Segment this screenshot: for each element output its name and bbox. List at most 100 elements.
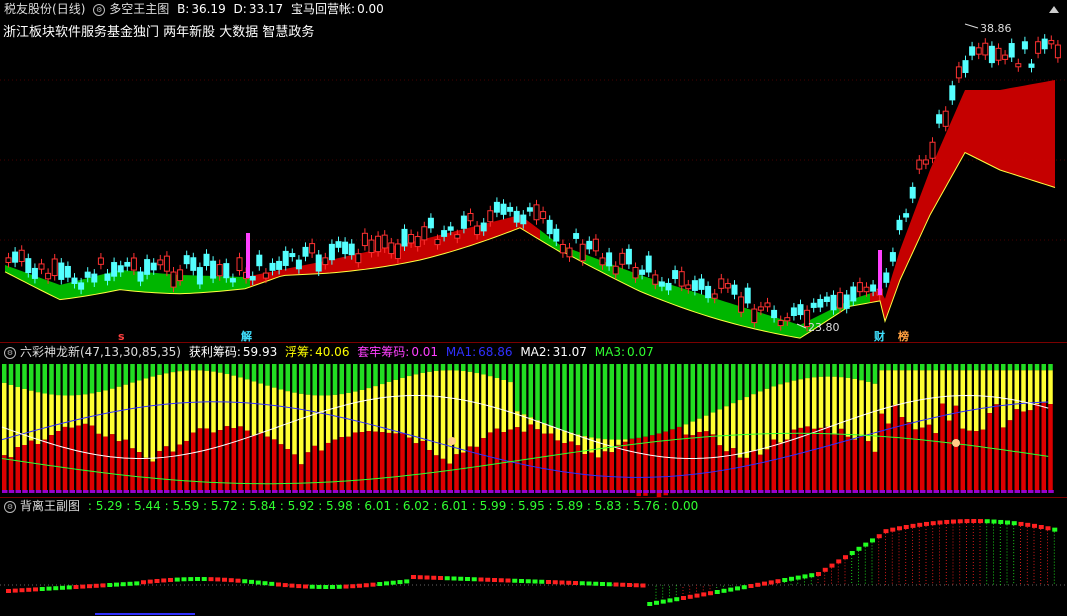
- yellow-bar: [866, 381, 871, 442]
- yellow-bar: [683, 424, 689, 435]
- green-bar: [704, 364, 709, 416]
- purple-base: [994, 490, 1000, 493]
- candle-body: [586, 240, 593, 250]
- divergence-mark: [890, 527, 896, 532]
- green-bar: [785, 364, 790, 383]
- settings-icon[interactable]: ⚙: [93, 3, 106, 16]
- divergence-mark: [485, 577, 491, 582]
- candle-body: [777, 320, 784, 327]
- green-bar: [960, 364, 965, 371]
- candle-body: [1035, 41, 1042, 54]
- divergence-mark: [276, 582, 281, 587]
- candle-body: [467, 212, 474, 222]
- signal-bar: [878, 250, 882, 295]
- purple-base: [494, 490, 501, 493]
- purple-base: [805, 490, 811, 493]
- green-bar: [292, 364, 297, 393]
- settings-icon[interactable]: ⚙: [4, 346, 16, 359]
- purple-base: [980, 490, 987, 493]
- yellow-bar: [204, 370, 209, 429]
- sub2-name[interactable]: 背离王副图: [20, 499, 80, 513]
- collapse-triangle-icon[interactable]: [1049, 6, 1059, 13]
- chip-indicator-panel[interactable]: ⚙ 六彩神龙新(47,13,30,85,35) 获利筹码: 59.93 浮筹: 40.…: [0, 343, 1067, 497]
- divergence-mark: [417, 575, 423, 580]
- green-bar: [413, 364, 419, 375]
- tag-cai[interactable]: 财: [874, 328, 885, 343]
- red-bar: [1001, 427, 1006, 490]
- green-bar: [893, 364, 898, 371]
- purple-base: [76, 490, 82, 493]
- purple-base: [130, 490, 136, 493]
- candle-body: [401, 228, 408, 247]
- purple-base: [596, 490, 602, 493]
- yellow-bar: [420, 372, 425, 441]
- candle-body: [751, 308, 758, 324]
- yellow-bar: [839, 377, 844, 429]
- candle-body: [909, 186, 916, 199]
- candle-body: [784, 317, 791, 322]
- red-bar: [683, 434, 689, 490]
- divergence-mark: [748, 584, 754, 588]
- red-bar: [1041, 402, 1046, 490]
- candle-body: [289, 253, 296, 258]
- green-bar: [609, 364, 614, 440]
- purple-base: [2, 490, 8, 493]
- red-bar: [758, 454, 763, 490]
- candle-body: [724, 283, 731, 289]
- candle-body: [394, 243, 401, 260]
- yellow-bar: [197, 370, 203, 429]
- green-bar: [35, 364, 41, 393]
- candle-body: [388, 242, 395, 255]
- divergence-mark: [829, 563, 835, 568]
- purple-base: [346, 490, 352, 493]
- tag-bang[interactable]: 榜: [898, 328, 909, 343]
- tag-jie[interactable]: 解: [241, 328, 252, 343]
- yellow-bar: [339, 394, 344, 438]
- green-bar: [629, 364, 635, 439]
- sub1-name[interactable]: 六彩神龙新(47,13,30,85,35): [20, 345, 181, 359]
- green-bar: [562, 364, 567, 431]
- divergence-mark: [141, 580, 146, 585]
- red-bar: [143, 457, 149, 490]
- red-bar: [420, 440, 425, 490]
- b-label: B:: [177, 2, 190, 16]
- divergence-panel[interactable]: ⚙ 背离王副图 : 5.29 : 5.44 : 5.59 : 5.72 : 5.8…: [0, 497, 1067, 616]
- settings-icon[interactable]: ⚙: [4, 500, 16, 513]
- green-bar: [602, 364, 608, 440]
- green-bar: [305, 364, 311, 395]
- candle-body: [639, 269, 646, 275]
- divergence-mark: [964, 519, 970, 524]
- period-label: (日线): [52, 2, 86, 16]
- divergence-mark: [714, 590, 720, 594]
- ma2-label: MA2:: [520, 345, 551, 359]
- green-bar: [690, 364, 695, 422]
- yellow-bar: [35, 392, 41, 445]
- purple-base: [704, 490, 710, 493]
- candle-body: [843, 294, 850, 309]
- divergence-mark: [957, 519, 963, 524]
- chip-bar-chart[interactable]: [0, 343, 1067, 497]
- candle-body: [982, 42, 989, 56]
- red-bar: [751, 450, 756, 490]
- red-bar: [123, 439, 128, 490]
- candle-body: [922, 159, 929, 165]
- yellow-bar: [616, 439, 621, 445]
- divergence-mark: [87, 584, 92, 589]
- tag-s[interactable]: s: [118, 330, 125, 343]
- candlestick-chart[interactable]: [0, 0, 1067, 343]
- divergence-mark: [660, 599, 666, 604]
- green-bar: [1048, 364, 1053, 371]
- red-bar: [481, 437, 486, 490]
- red-bar: [852, 439, 857, 490]
- purple-base: [535, 490, 541, 493]
- purple-base: [798, 490, 804, 493]
- green-bar: [130, 364, 135, 383]
- divergence-mark: [282, 583, 288, 588]
- d-value: 33.17: [248, 2, 284, 16]
- divergence-mark: [39, 587, 45, 591]
- green-bar: [103, 364, 108, 391]
- indicator-name[interactable]: 多空王主图: [109, 2, 169, 16]
- green-bar: [123, 364, 128, 385]
- main-chart-panel[interactable]: 税友股份(日线) ⚙ 多空王主图 B: 36.19 D: 33.17 宝马回营帐: 0.…: [0, 0, 1067, 343]
- yellow-bar: [697, 418, 702, 432]
